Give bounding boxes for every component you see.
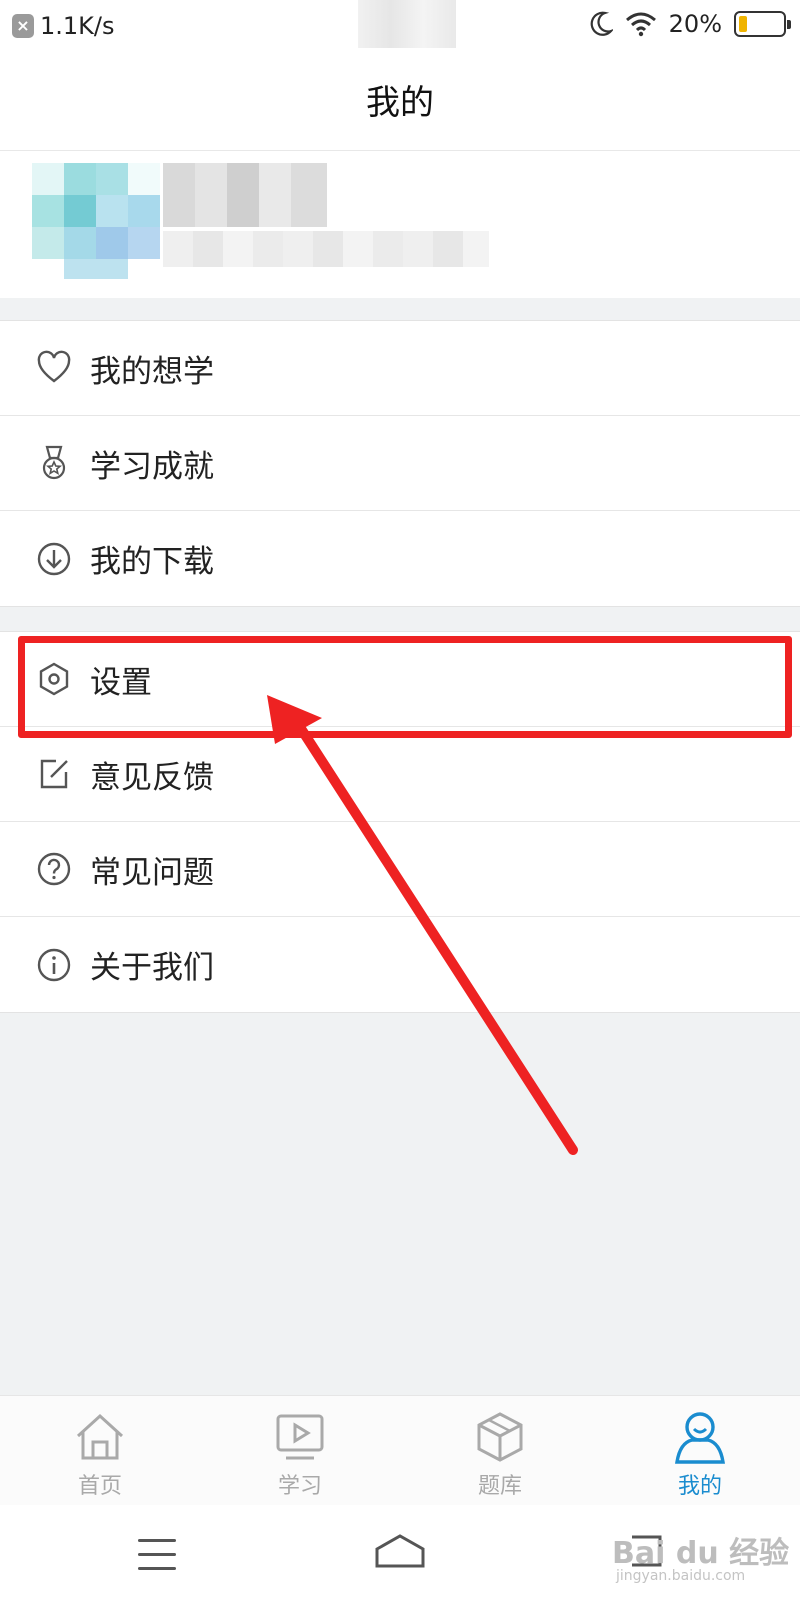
tab-label: 首页 xyxy=(77,1474,122,1499)
wifi-icon xyxy=(625,12,656,37)
battery-percent: 20% xyxy=(668,10,722,38)
menu-item-label: 设置 xyxy=(90,664,152,701)
person-icon xyxy=(675,1412,725,1464)
recent-apps-icon[interactable] xyxy=(138,1539,176,1581)
status-right: 20% xyxy=(587,10,791,38)
notification-x-icon: × xyxy=(12,14,34,38)
home-icon xyxy=(76,1413,124,1460)
menu-item-feedback[interactable]: 意见反馈 xyxy=(0,727,800,822)
bottom-tab-bar: 首页 学习 题库 我的 xyxy=(0,1395,800,1505)
menu-item-label: 学习成就 xyxy=(90,448,214,485)
question-icon xyxy=(34,849,74,889)
menu-item-wishlist[interactable]: 我的想学 xyxy=(0,321,800,416)
battery-level-fill xyxy=(739,16,748,32)
tab-label: 我的 xyxy=(677,1474,722,1499)
status-bar: × 1.1K/s 20% xyxy=(0,0,800,55)
menu-item-faq[interactable]: 常见问题 xyxy=(0,822,800,917)
network-speed: 1.1K/s xyxy=(40,12,115,40)
menu-item-label: 我的想学 xyxy=(90,353,214,390)
tab-label: 题库 xyxy=(477,1474,522,1499)
watermark: Bai du 经验 jingyan.baidu.com xyxy=(612,1528,790,1584)
username-blurred xyxy=(163,163,327,227)
play-screen-icon xyxy=(276,1414,324,1460)
heart-icon xyxy=(34,348,74,388)
watermark-site: jingyan.baidu.com xyxy=(616,1568,746,1584)
tab-study[interactable]: 学习 xyxy=(200,1396,400,1505)
info-icon xyxy=(34,945,74,985)
status-left: × 1.1K/s xyxy=(12,12,115,40)
avatar[interactable] xyxy=(32,163,160,279)
cube-icon xyxy=(477,1412,523,1462)
blurred-status-area xyxy=(358,0,456,48)
tab-label: 学习 xyxy=(277,1474,322,1499)
moon-icon xyxy=(590,11,613,36)
user-subtitle-blurred xyxy=(163,231,489,267)
settings-hex-icon xyxy=(34,659,74,699)
watermark-brand: Bai du 经验 xyxy=(612,1536,790,1571)
menu-item-label: 我的下载 xyxy=(90,544,214,580)
menu-item-downloads[interactable]: 我的下载 xyxy=(0,511,800,606)
menu-item-settings[interactable]: 设置 xyxy=(0,632,800,727)
battery-icon xyxy=(734,11,791,37)
menu-group-learning: 我的想学 学习成就 我的下载 xyxy=(0,320,800,607)
menu-item-about[interactable]: 关于我们 xyxy=(0,917,800,1012)
edit-icon xyxy=(34,754,74,794)
tab-home[interactable]: 首页 xyxy=(0,1396,200,1505)
tab-question-bank[interactable]: 题库 xyxy=(400,1396,600,1505)
profile-card[interactable] xyxy=(0,151,800,298)
menu-group-general: 设置 意见反馈 常见问题 关于我们 xyxy=(0,631,800,1013)
system-home-icon[interactable] xyxy=(374,1533,426,1569)
menu-item-label: 意见反馈 xyxy=(90,759,214,796)
medal-icon xyxy=(34,443,74,483)
page-title: 我的 xyxy=(0,55,800,151)
menu-item-label: 常见问题 xyxy=(90,854,214,891)
menu-item-label: 关于我们 xyxy=(90,950,214,986)
download-icon xyxy=(34,539,74,579)
tab-mine[interactable]: 我的 xyxy=(600,1396,800,1505)
menu-item-achievements[interactable]: 学习成就 xyxy=(0,416,800,511)
